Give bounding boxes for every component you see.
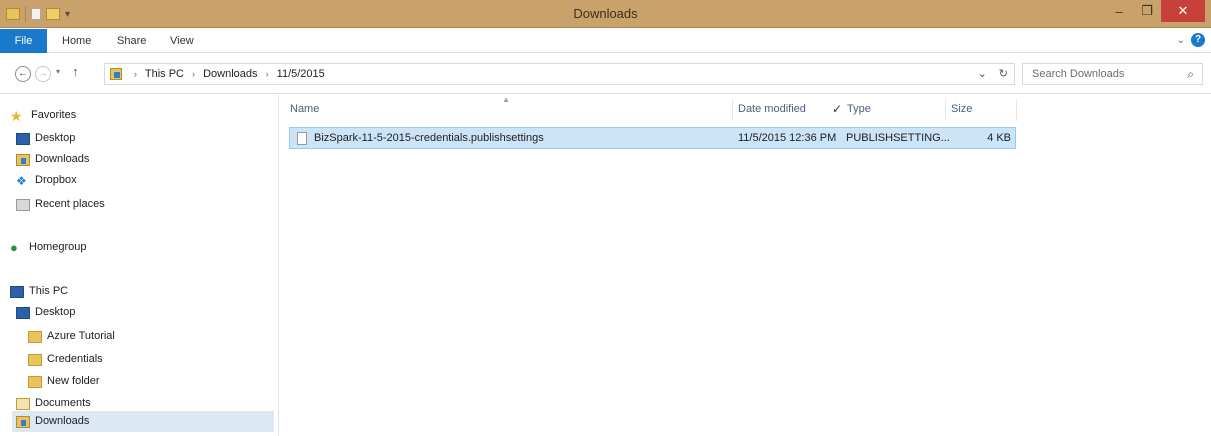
minimize-button[interactable]: – [1105, 0, 1133, 22]
tab-file[interactable]: File [0, 29, 47, 53]
up-button[interactable]: ↑ [72, 64, 79, 79]
back-button[interactable]: ← [15, 66, 31, 82]
breadcrumb-date-folder[interactable]: 11/5/2015 [277, 68, 325, 80]
sidebar-item-recent-places[interactable]: Recent places [16, 194, 105, 215]
desktop-icon [16, 132, 30, 145]
sidebar-item-label: Favorites [31, 109, 77, 121]
tab-share[interactable]: Share [117, 29, 146, 53]
window-controls: – ❐ ✕ [1105, 0, 1205, 22]
breadcrumb-this-pc[interactable]: This PC [145, 68, 184, 80]
sidebar-item-label: Dropbox [35, 174, 77, 186]
file-size: 4 KB [987, 132, 1011, 144]
column-divider[interactable] [945, 99, 946, 121]
sidebar-item-label: Desktop [35, 306, 76, 318]
documents-icon [16, 397, 30, 410]
breadcrumb-separator[interactable]: › [134, 69, 137, 79]
ribbon-right-controls: ⌄ ? [1177, 33, 1205, 47]
sidebar-item-label: Desktop [35, 132, 76, 144]
address-bar[interactable]: › This PC › Downloads › 11/5/2015 ⌄ ↻ [104, 63, 1015, 85]
breadcrumb: › This PC › Downloads › 11/5/2015 [129, 68, 325, 80]
navigation-bar: ← → ▾ ↑ › This PC › Downloads › 11/5/201… [0, 54, 1211, 94]
sort-ascending-icon: ▲ [502, 95, 510, 104]
tab-view[interactable]: View [170, 29, 194, 53]
search-input[interactable]: Search Downloads ⌕ [1022, 63, 1203, 85]
refresh-icon[interactable]: ↻ [999, 67, 1008, 80]
star-icon: ★ [10, 107, 23, 124]
breadcrumb-separator[interactable]: › [266, 69, 269, 79]
homegroup-icon: ● [10, 239, 18, 255]
help-icon[interactable]: ? [1191, 33, 1205, 47]
search-icon[interactable]: ⌕ [1187, 67, 1194, 82]
file-type: PUBLISHSETTING... [846, 132, 950, 144]
sidebar-item-this-pc[interactable]: This PC [10, 281, 68, 302]
folder-icon [28, 375, 42, 388]
sidebar-item-label: This PC [29, 285, 69, 297]
sidebar-item-label: Downloads [35, 415, 90, 427]
column-header-type[interactable]: Type [847, 103, 871, 115]
downloads-folder-icon [16, 415, 30, 428]
recent-locations-icon[interactable]: ▾ [56, 67, 60, 76]
file-date-modified: 11/5/2015 12:36 PM [738, 132, 837, 144]
sidebar-item-homegroup[interactable]: ● Homegroup [10, 237, 86, 258]
sidebar-item-label: Azure Tutorial [47, 330, 115, 342]
breadcrumb-downloads[interactable]: Downloads [203, 68, 257, 80]
sidebar-item-desktop[interactable]: Desktop [16, 128, 75, 149]
address-tools: ⌄ ↻ [978, 67, 1008, 80]
column-header-size[interactable]: Size [951, 103, 972, 115]
sidebar-item-favorites[interactable]: ★ Favorites [10, 105, 76, 126]
computer-icon [10, 285, 24, 298]
column-header-name[interactable]: Name [290, 103, 319, 115]
sidebar-item-dropbox[interactable]: ❖ Dropbox [16, 170, 77, 191]
tab-home[interactable]: Home [62, 29, 91, 53]
close-button[interactable]: ✕ [1161, 0, 1205, 22]
forward-button[interactable]: → [35, 66, 51, 82]
address-dropdown-icon[interactable]: ⌄ [978, 67, 987, 80]
recent-places-icon [16, 198, 30, 211]
file-icon [297, 132, 307, 145]
dropbox-icon: ❖ [16, 173, 27, 188]
navigation-pane: ★ Favorites Desktop Downloads ❖ Dropbox … [0, 95, 279, 436]
breadcrumb-separator[interactable]: › [192, 69, 195, 79]
sidebar-item-new-folder[interactable]: New folder [28, 371, 100, 392]
sidebar-item-downloads[interactable]: Downloads [16, 149, 89, 170]
sidebar-item-label: Downloads [35, 153, 90, 165]
sidebar-item-credentials[interactable]: Credentials [28, 349, 103, 370]
maximize-button[interactable]: ❐ [1133, 0, 1161, 22]
sidebar-item-pc-downloads[interactable]: Downloads [12, 411, 274, 432]
column-divider[interactable] [1016, 99, 1017, 121]
desktop-icon [16, 306, 30, 319]
sidebar-item-label: Homegroup [29, 241, 87, 253]
folder-icon [28, 353, 42, 366]
sidebar-item-label: Credentials [47, 353, 103, 365]
column-divider[interactable] [732, 99, 733, 121]
sidebar-item-label: Recent places [35, 198, 105, 210]
table-row[interactable]: BizSpark-11-5-2015-credentials.publishse… [289, 127, 1016, 149]
checkmark-icon: ✓ [832, 102, 843, 116]
sidebar-item-label: New folder [47, 375, 100, 387]
ribbon-tabs: File Home Share View ⌄ ? [0, 29, 1211, 53]
window-title: Downloads [573, 6, 638, 21]
file-name: BizSpark-11-5-2015-credentials.publishse… [314, 132, 544, 144]
title-bar: ▾ Downloads – ❐ ✕ [0, 0, 1211, 28]
column-header-date-modified[interactable]: Date modified [738, 103, 806, 115]
downloads-folder-icon [16, 153, 30, 166]
file-list: ▲ Name Date modified ✓ Type Size BizSpar… [280, 95, 1211, 436]
search-placeholder: Search Downloads [1032, 68, 1125, 80]
downloads-folder-icon [110, 68, 122, 80]
sidebar-item-azure-tutorial[interactable]: Azure Tutorial [28, 326, 115, 347]
expand-ribbon-icon[interactable]: ⌄ [1177, 35, 1185, 46]
folder-icon [28, 330, 42, 343]
sidebar-item-pc-desktop[interactable]: Desktop [16, 302, 75, 323]
